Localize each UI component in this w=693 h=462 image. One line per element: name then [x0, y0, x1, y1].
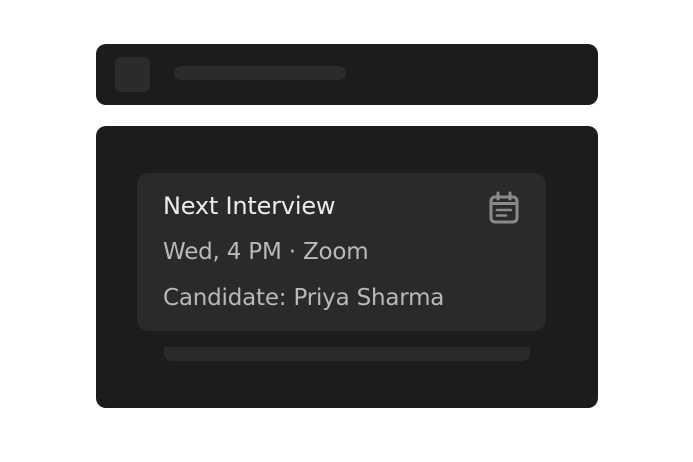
- top-bar: [96, 44, 598, 105]
- app-screen: Next Interview Wed, 4 PM · Zoom Candidat…: [0, 0, 693, 462]
- title-placeholder: [174, 66, 346, 80]
- calendar-icon: [489, 191, 519, 224]
- card-title: Next Interview: [163, 192, 336, 220]
- avatar-placeholder: [115, 57, 150, 92]
- next-interview-card[interactable]: Next Interview Wed, 4 PM · Zoom Candidat…: [137, 173, 546, 331]
- card-stack-shadow: [164, 347, 530, 361]
- candidate-name: Candidate: Priya Sharma: [163, 285, 445, 311]
- main-panel: Next Interview Wed, 4 PM · Zoom Candidat…: [96, 126, 598, 408]
- interview-time: Wed, 4 PM · Zoom: [163, 239, 369, 265]
